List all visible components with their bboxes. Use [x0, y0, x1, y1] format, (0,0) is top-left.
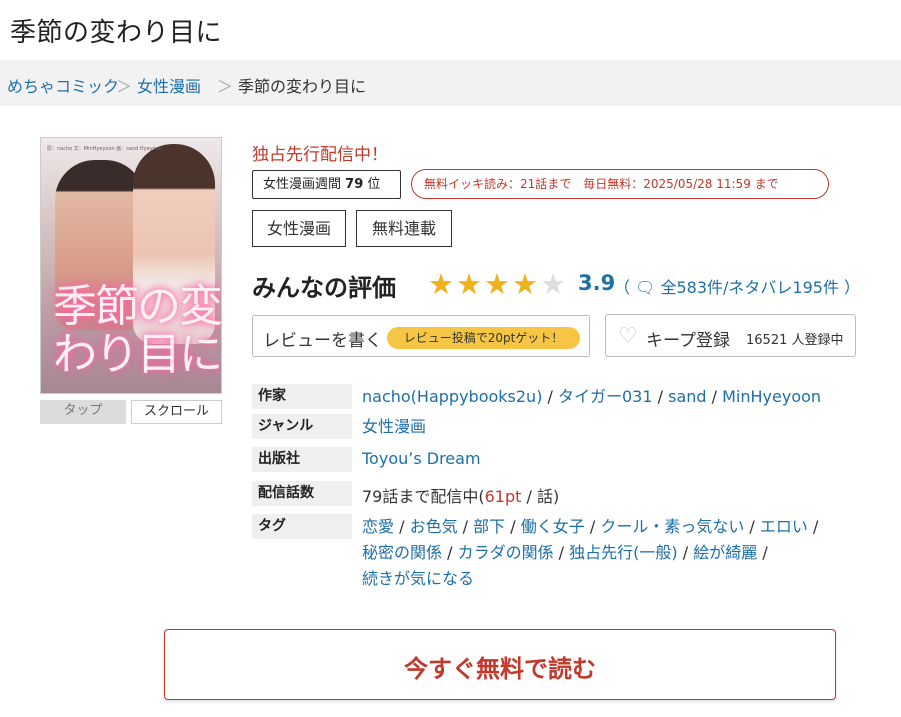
tag-line-3: 続きが気になる — [362, 565, 474, 589]
genre-tag-free-serial[interactable]: 無料連載 — [356, 210, 452, 247]
free-info-badge: 無料イッキ読み：21話まで 毎日無料：2025/05/28 11:59 まで — [411, 169, 829, 199]
tag-link[interactable]: 独占先行(一般) — [569, 543, 678, 562]
tag-line-1: 恋愛 / お色気 / 部下 / 働く女子 / クール・素っ気ない / エロい / — [362, 513, 818, 537]
star-filled-icon: ★ — [456, 267, 482, 301]
genre-link[interactable]: 女性漫画 — [362, 413, 426, 437]
tags-label: タグ — [252, 514, 352, 539]
ranking-number: 79 — [345, 177, 364, 192]
breadcrumb-separator-icon: ＞ — [217, 77, 234, 96]
separator: / — [394, 517, 410, 536]
breadcrumb-current: 季節の変わり目に — [238, 77, 367, 96]
separator: / — [553, 543, 570, 562]
review-bonus-badge: レビュー投稿で20ptゲット！ — [387, 327, 580, 349]
separator: / — [706, 387, 723, 406]
page-title: 季節の変わり目に — [10, 18, 223, 48]
genre-label: ジャンル — [252, 414, 352, 439]
read-free-now-label: 今すぐ無料で読む — [404, 655, 596, 683]
scroll-mode-button[interactable]: スクロール — [131, 400, 222, 424]
ranking-prefix: 女性漫画週間 — [263, 177, 342, 192]
read-free-now-button[interactable]: 今すぐ無料で読む — [164, 629, 836, 700]
tag-link[interactable]: 恋愛 — [362, 517, 394, 536]
write-review-button[interactable]: レビューを書く レビュー投稿で20ptゲット！ — [252, 315, 590, 357]
tag-link[interactable]: カラダの関係 — [458, 543, 554, 562]
exclusive-label: 独占先行配信中！ — [252, 145, 388, 165]
keep-label: キープ登録 — [646, 331, 730, 351]
tag-link[interactable]: 絵が綺麗 — [693, 543, 757, 562]
author-list: nacho(Happybooks2u) / タイガー031 / sand / M… — [362, 383, 821, 407]
tag-line-2: 秘密の関係 / カラダの関係 / 独占先行(一般) / 絵が綺麗 / — [362, 539, 768, 563]
separator: / — [807, 517, 819, 536]
episodes-prefix: 79話まで配信中( — [362, 487, 485, 506]
separator: / — [652, 387, 669, 406]
breadcrumb-category[interactable]: 女性漫画 — [137, 73, 201, 97]
tag-link[interactable]: 続きが気になる — [362, 569, 474, 588]
breadcrumb-home[interactable]: めちゃコミック — [7, 73, 119, 97]
author-link[interactable]: タイガー031 — [558, 387, 653, 406]
ranking-suffix: 位 — [367, 177, 381, 192]
keep-button[interactable]: ♡ キープ登録 16521 人登録中 — [605, 314, 856, 357]
star-empty-icon: ★ — [540, 267, 566, 301]
episodes-value: 79話まで配信中(61pt / 話) — [362, 483, 559, 507]
separator: / — [584, 517, 601, 536]
author-link[interactable]: nacho(Happybooks2u) — [362, 387, 542, 406]
separator: / — [457, 517, 474, 536]
star-filled-icon: ★ — [512, 267, 538, 301]
tag-link[interactable]: 部下 — [473, 517, 505, 536]
tag-link[interactable]: 働く女子 — [521, 517, 585, 536]
separator: / — [757, 543, 768, 562]
genre-tag-josei[interactable]: 女性漫画 — [252, 210, 346, 247]
tag-link[interactable]: エロい — [760, 517, 808, 536]
publisher-link[interactable]: Toyou’s Dream — [362, 449, 481, 468]
breadcrumb-separator-icon: ＞ — [116, 77, 133, 96]
author-link[interactable]: sand — [668, 387, 706, 406]
review-counts-link[interactable]: （ 🗨 全583件/ネタバレ195件 ） — [614, 274, 860, 298]
tap-mode-button[interactable]: タップ — [40, 400, 126, 424]
rating-value: 3.9 — [578, 271, 616, 295]
cover-credits: 原：nacho 文：MinHyeyoon 画：sand Hyeyoon — [47, 146, 162, 152]
episodes-price: 61pt — [484, 487, 522, 506]
keep-count: 16521 人登録中 — [746, 333, 844, 348]
breadcrumb: めちゃコミック ＞ 女性漫画 ＞ 季節の変わり目に — [0, 60, 901, 106]
heart-icon: ♡ — [618, 324, 638, 349]
cover-image[interactable]: 原：nacho 文：MinHyeyoon 画：sand Hyeyoon 季節の変… — [40, 137, 222, 394]
separator: / — [505, 517, 521, 536]
cover-title: 季節の変わり目に — [53, 281, 221, 380]
tag-link[interactable]: 秘密の関係 — [362, 543, 442, 562]
tag-link[interactable]: クール・素っ気ない — [600, 517, 744, 536]
write-review-label: レビューを書く — [263, 331, 382, 351]
author-link[interactable]: MinHyeyoon — [722, 387, 821, 406]
publisher-label: 出版社 — [252, 447, 352, 472]
ranking-badge[interactable]: 女性漫画週間 79 位 — [252, 170, 401, 199]
rating-stars: ★★★★★ — [428, 269, 568, 299]
author-label: 作家 — [252, 384, 352, 409]
rating-label: みんなの評価 — [252, 274, 396, 302]
separator: / — [744, 517, 760, 536]
star-filled-icon: ★ — [428, 267, 454, 301]
title-bar: 季節の変わり目に — [0, 0, 901, 58]
star-filled-icon: ★ — [484, 267, 510, 301]
separator: / — [542, 387, 558, 406]
separator: / — [677, 543, 694, 562]
episodes-suffix: / 話) — [521, 487, 560, 506]
episodes-label: 配信話数 — [252, 481, 352, 506]
separator: / — [442, 543, 458, 562]
tag-link[interactable]: お色気 — [410, 517, 458, 536]
